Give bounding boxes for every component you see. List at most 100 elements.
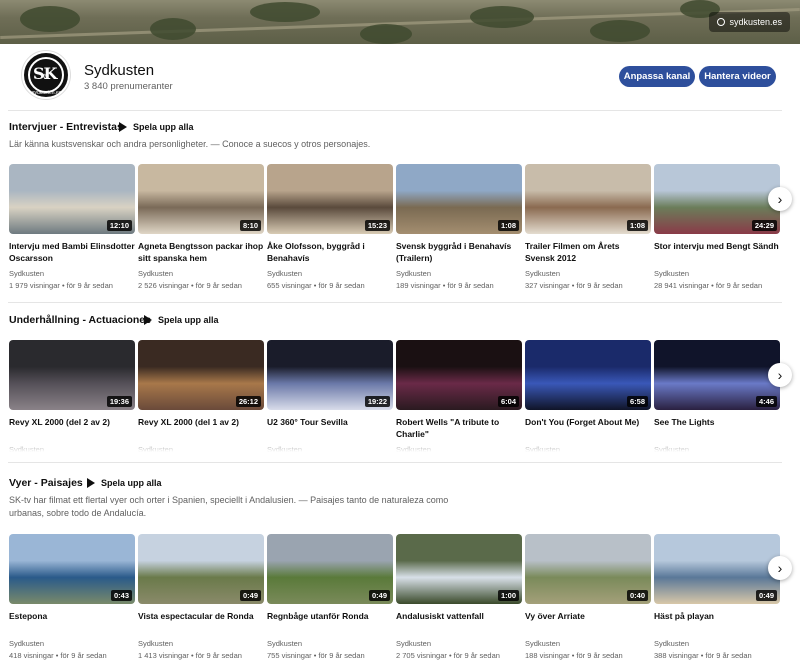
video-channel-name[interactable]: Sydkusten [396,269,522,279]
video-title[interactable]: Revy XL 2000 (del 1 av 2) [138,416,264,440]
video-card[interactable]: 24:29 Stor intervju med Bengt Sändh Sydkus… [654,164,780,291]
video-card[interactable]: 6:04Robert Wells "A tribute to Charlie"S… [396,340,522,452]
video-card[interactable]: 8:10 Agneta Bengtsson packar ihop sitt sp… [138,164,264,291]
video-card[interactable]: 0:43 Estepona Sydkusten 418 visningar • för… [9,534,135,661]
video-channel-name[interactable]: Sydkusten [654,269,780,279]
video-title[interactable]: Trailer Filmen om Årets Svensk 2012 [525,240,651,264]
video-thumbnail[interactable]: 26:12 [138,340,264,410]
video-metadata: 1 979 visningar • för 9 år sedan [9,281,113,290]
video-card[interactable]: 4:46See The LightsSydkusten240 visningar… [654,340,780,452]
video-thumbnail[interactable]: 0:49 [654,534,780,604]
video-card[interactable]: 0:40 Vy över Arriate Sydkusten 188 visninga… [525,534,651,661]
play-all-label: Spela upp alla [101,478,162,488]
video-thumbnail[interactable]: 19:22 [267,340,393,410]
video-channel-name[interactable]: Sydkusten [396,639,522,649]
video-thumbnail[interactable]: 1:08 [525,164,651,234]
video-thumbnail[interactable]: 0:49 [267,534,393,604]
video-duration: 26:12 [235,396,261,407]
video-title[interactable]: Intervju med Bambi Elinsdotter Oscarsson [9,240,135,264]
video-thumbnail[interactable]: 24:29 [654,164,780,234]
video-duration: 1:00 [497,590,519,601]
video-title[interactable]: U2 360° Tour Sevilla [267,416,393,440]
video-channel-name[interactable]: Sydkusten [138,269,264,279]
manage-videos-button[interactable]: Hantera videor [699,66,776,87]
video-thumbnail[interactable]: 6:04 [396,340,522,410]
video-metadata: 327 visningar • för 9 år sedan [525,281,623,290]
shelf-next-arrow-icon[interactable]: › [768,556,792,580]
video-channel-name[interactable]: Sydkusten [525,639,651,649]
video-card[interactable]: 1:08 Trailer Filmen om Årets Svensk 2012 S… [525,164,651,291]
channel-avatar[interactable]: SK tv sydkusten.es [22,51,70,99]
video-thumbnail[interactable]: 15:23 [267,164,393,234]
video-card[interactable]: 6:58Don't You (Forget About Me)Sydkusten… [525,340,651,452]
shelf-next-arrow-icon[interactable]: › [768,187,792,211]
video-card[interactable]: 15:23 Åke Olofsson, byggråd i Benahavís Sy… [267,164,393,291]
section-description-landscapes: SK-tv har filmat ett flertal vyer och or… [9,495,449,518]
video-duration: 0:40 [626,590,648,601]
video-channel-name[interactable]: Sydkusten [267,639,393,649]
video-title[interactable]: Robert Wells "A tribute to Charlie" [396,416,522,440]
banner-link-label: sydkusten.es [729,17,782,27]
video-card[interactable]: 1:08 Svensk byggråd i Benahavís (Trailern… [396,164,522,291]
video-card[interactable]: 19:22U2 360° Tour SevillaSydkusten502 vi… [267,340,393,452]
video-title[interactable]: Häst på playan [654,610,780,634]
video-thumbnail[interactable]: 12:10 [9,164,135,234]
section-title-entertainment[interactable]: Underhållning - Actuaciones [9,314,151,326]
play-all-button-entertainment[interactable]: Spela upp alla [144,315,219,325]
video-metadata: 189 visningar • för 9 år sedan [396,281,494,290]
play-all-button-interviews[interactable]: Spela upp alla [119,122,194,132]
video-card[interactable]: 0:49 Häst på playan Sydkusten 388 visningar… [654,534,780,661]
video-thumbnail[interactable]: 6:58 [525,340,651,410]
video-thumbnail[interactable]: 0:40 [525,534,651,604]
video-thumbnail[interactable]: 19:36 [9,340,135,410]
video-card[interactable]: 19:36Revy XL 2000 (del 2 av 2)Sydkusten1… [9,340,135,452]
video-thumbnail[interactable]: 1:08 [396,164,522,234]
video-channel-name[interactable]: Sydkusten [267,269,393,279]
play-icon [87,478,95,488]
section-title-landscapes[interactable]: Vyer - Paisajes [9,477,83,489]
video-channel-name[interactable]: Sydkusten [9,639,135,649]
video-channel-name[interactable]: Sydkusten [525,269,651,279]
video-title[interactable]: Estepona [9,610,135,634]
video-card[interactable]: 1:00 Andalusiskt vattenfall Sydkusten 2 705… [396,534,522,661]
video-metadata: 2 705 visningar • för 9 år sedan [396,651,500,660]
section-title-interviews[interactable]: Intervjuer - Entrevistas [9,121,123,133]
video-title[interactable]: Stor intervju med Bengt Sändh [654,240,780,264]
video-thumbnail[interactable]: 0:49 [138,534,264,604]
video-title[interactable]: Åke Olofsson, byggråd i Benahavís [267,240,393,264]
video-channel-name[interactable]: Sydkusten [9,269,135,279]
customize-channel-button[interactable]: Anpassa kanal [619,66,695,87]
video-duration: 0:49 [239,590,261,601]
video-card[interactable]: 26:12Revy XL 2000 (del 1 av 2)Sydkusten5… [138,340,264,452]
video-title[interactable]: Regnbåge utanför Ronda [267,610,393,634]
video-title[interactable]: Svensk byggråd i Benahavís (Trailern) [396,240,522,264]
video-title[interactable]: Vista espectacular de Ronda [138,610,264,634]
shelf-next-arrow-icon[interactable]: › [768,363,792,387]
video-thumbnail[interactable]: 0:43 [9,534,135,604]
video-card[interactable]: 0:49 Regnbåge utanför Ronda Sydkusten 755 v… [267,534,393,661]
video-thumbnail[interactable]: 1:00 [396,534,522,604]
video-duration: 1:08 [626,220,648,231]
video-row-landscapes: 0:43 Estepona Sydkusten 418 visningar • för… [9,534,781,663]
video-title[interactable]: Agneta Bengtsson packar ihop sitt spansk… [138,240,264,264]
video-title[interactable]: Revy XL 2000 (del 2 av 2) [9,416,135,440]
video-title[interactable]: Andalusiskt vattenfall [396,610,522,634]
video-title[interactable]: Vy över Arriate [525,610,651,634]
banner-website-link[interactable]: sydkusten.es [709,12,790,32]
play-icon [119,122,127,132]
video-duration: 0:49 [755,590,777,601]
video-channel-name[interactable]: Sydkusten [654,639,780,649]
video-title[interactable]: Don't You (Forget About Me) [525,416,651,440]
video-title[interactable]: See The Lights [654,416,780,440]
video-metadata: 2 526 visningar • för 9 år sedan [138,281,242,290]
video-card[interactable]: 12:10 Intervju med Bambi Elinsdotter Osca… [9,164,135,291]
video-card[interactable]: 0:49 Vista espectacular de Ronda Sydkusten… [138,534,264,661]
play-all-button-landscapes[interactable]: Spela upp alla [87,478,162,488]
subscriber-count: 3 840 prenumeranter [84,81,173,92]
video-thumbnail[interactable]: 8:10 [138,164,264,234]
video-metadata: 655 visningar • för 9 år sedan [267,281,365,290]
video-channel-name[interactable]: Sydkusten [138,639,264,649]
video-thumbnail[interactable]: 4:46 [654,340,780,410]
video-duration: 8:10 [239,220,261,231]
video-duration: 12:10 [106,220,132,231]
